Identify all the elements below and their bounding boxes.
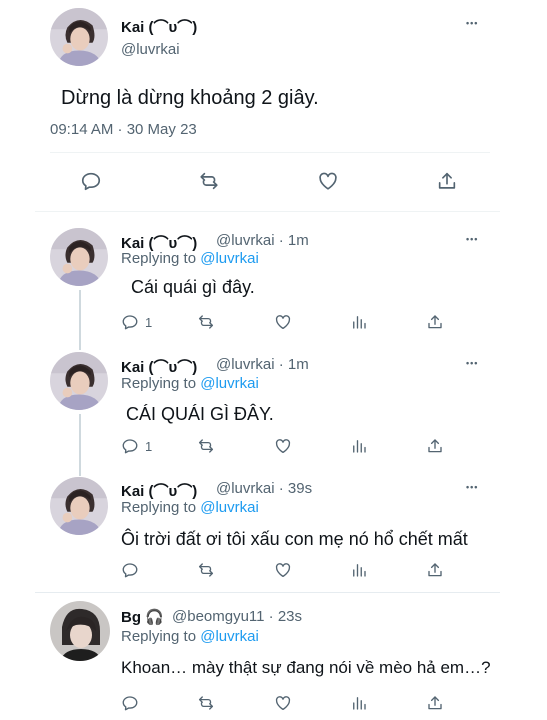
avatar[interactable] bbox=[50, 601, 110, 661]
handle-meta[interactable]: @luvrkai · 1m bbox=[216, 232, 309, 249]
replying-to: Replying to @luvrkai bbox=[121, 250, 259, 267]
replying-to-link[interactable]: @luvrkai bbox=[200, 628, 259, 645]
reply-icon bbox=[121, 313, 139, 331]
retweet-button[interactable] bbox=[198, 170, 220, 192]
share-icon bbox=[426, 561, 444, 579]
reply-button[interactable]: 1 bbox=[121, 437, 152, 455]
retweet-icon bbox=[197, 561, 215, 579]
tweet-text: Dừng là dừng khoảng 2 giây. bbox=[61, 87, 319, 109]
share-button[interactable] bbox=[426, 561, 444, 579]
display-name[interactable]: Kai (⌒ᴜ⌒) bbox=[121, 356, 197, 377]
share-icon bbox=[426, 694, 444, 712]
retweet-button[interactable] bbox=[197, 437, 215, 455]
share-button[interactable] bbox=[426, 437, 444, 455]
retweet-button[interactable] bbox=[197, 694, 215, 712]
analytics-icon bbox=[350, 561, 368, 579]
more-icon[interactable]: ••• bbox=[466, 18, 478, 28]
reply-button[interactable] bbox=[121, 561, 139, 579]
reply-icon bbox=[80, 170, 102, 192]
more-icon[interactable]: ••• bbox=[466, 482, 478, 492]
thread-line bbox=[79, 290, 81, 350]
retweet-button[interactable] bbox=[197, 313, 215, 331]
retweet-icon bbox=[197, 437, 215, 455]
replying-to-link[interactable]: @luvrkai bbox=[200, 250, 259, 267]
more-icon[interactable]: ••• bbox=[466, 234, 478, 244]
reply-button[interactable]: 1 bbox=[121, 313, 152, 331]
display-name[interactable]: Kai (⌒ᴜ⌒) bbox=[121, 480, 197, 501]
more-icon[interactable]: ••• bbox=[466, 358, 478, 368]
like-icon bbox=[317, 170, 339, 192]
avatar[interactable] bbox=[50, 352, 108, 410]
tweet-text: Ôi trời đất ơi tôi xấu con mẹ nó hổ chết… bbox=[121, 529, 468, 549]
tweet-text: Khoan… mày thật sự đang nói về mèo hả em… bbox=[121, 658, 491, 677]
reply-count: 1 bbox=[145, 314, 153, 330]
avatar[interactable] bbox=[50, 8, 108, 66]
like-button[interactable] bbox=[274, 694, 292, 712]
share-button[interactable] bbox=[426, 694, 444, 712]
reply-button[interactable] bbox=[121, 694, 139, 712]
like-icon bbox=[274, 313, 292, 331]
analytics-icon bbox=[350, 313, 368, 331]
avatar[interactable] bbox=[50, 228, 108, 286]
divider bbox=[35, 211, 500, 212]
handle-meta[interactable]: @luvrkai · 39s bbox=[216, 480, 312, 497]
share-button[interactable] bbox=[436, 170, 458, 192]
like-button[interactable] bbox=[317, 170, 339, 192]
analytics-icon bbox=[350, 437, 368, 455]
retweet-icon bbox=[197, 694, 215, 712]
divider bbox=[35, 592, 500, 593]
reply-count: 1 bbox=[145, 438, 153, 454]
handle-meta[interactable]: @luvrkai · 1m bbox=[216, 356, 309, 373]
replying-to-link[interactable]: @luvrkai bbox=[200, 375, 259, 392]
reply-button[interactable] bbox=[80, 170, 102, 192]
divider bbox=[50, 152, 490, 153]
reply-icon bbox=[121, 561, 139, 579]
tweet-text: Cái quái gì đây. bbox=[131, 277, 255, 297]
replying-to: Replying to @luvrkai bbox=[121, 375, 259, 392]
retweet-button[interactable] bbox=[197, 561, 215, 579]
reply-icon bbox=[121, 437, 139, 455]
like-button[interactable] bbox=[274, 313, 292, 331]
handle[interactable]: @luvrkai bbox=[121, 41, 180, 58]
share-icon bbox=[426, 437, 444, 455]
like-button[interactable] bbox=[274, 437, 292, 455]
share-button[interactable] bbox=[426, 313, 444, 331]
analytics-button[interactable] bbox=[350, 694, 368, 712]
tweet-text: CÁI QUÁI GÌ ĐÂY. bbox=[126, 404, 274, 424]
thread-line bbox=[79, 414, 81, 476]
timestamp[interactable]: 09:14 AM · 30 May 23 bbox=[50, 121, 197, 138]
like-icon bbox=[274, 437, 292, 455]
avatar[interactable] bbox=[50, 477, 108, 535]
retweet-icon bbox=[198, 170, 220, 192]
reply-icon bbox=[121, 694, 139, 712]
analytics-button[interactable] bbox=[350, 313, 368, 331]
analytics-button[interactable] bbox=[350, 561, 368, 579]
replying-to: Replying to @luvrkai bbox=[121, 499, 259, 516]
like-icon bbox=[274, 561, 292, 579]
like-icon bbox=[274, 694, 292, 712]
share-icon bbox=[436, 170, 458, 192]
analytics-button[interactable] bbox=[350, 437, 368, 455]
analytics-icon bbox=[350, 694, 368, 712]
display-name[interactable]: Bg 🎧 bbox=[121, 608, 164, 626]
retweet-icon bbox=[197, 313, 215, 331]
replying-to: Replying to @luvrkai bbox=[121, 628, 259, 645]
share-icon bbox=[426, 313, 444, 331]
replying-to-link[interactable]: @luvrkai bbox=[200, 499, 259, 516]
handle-meta[interactable]: @beomgyu11 · 23s bbox=[172, 608, 302, 625]
display-name[interactable]: Kai (⌒ᴜ⌒) bbox=[121, 16, 197, 37]
like-button[interactable] bbox=[274, 561, 292, 579]
